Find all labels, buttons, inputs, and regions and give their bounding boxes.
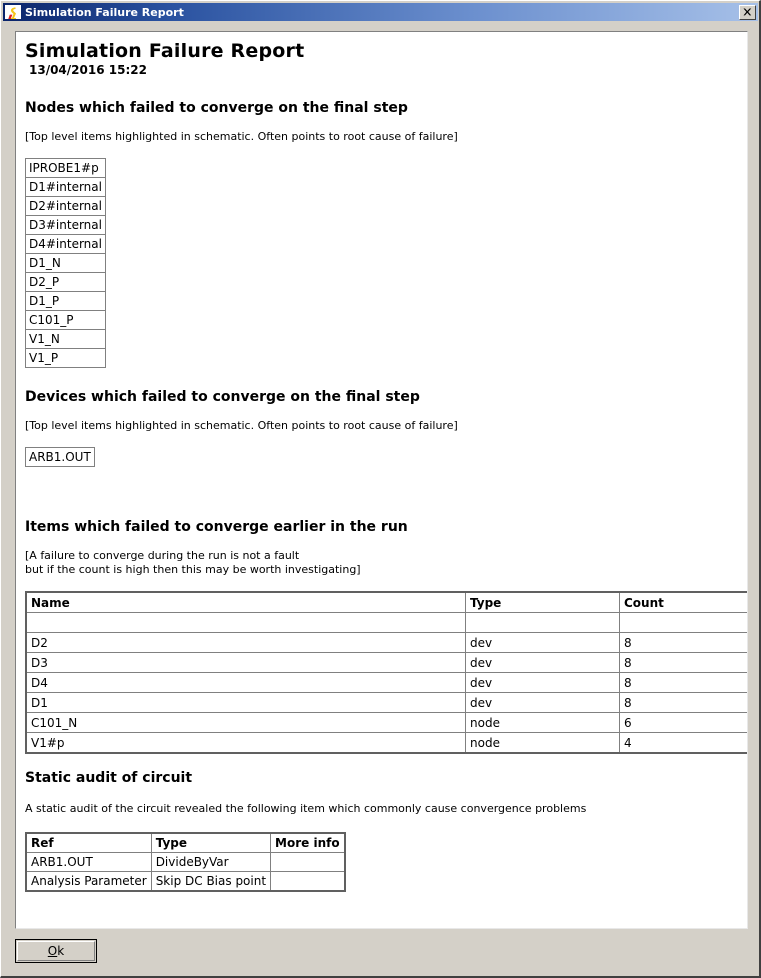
table-row[interactable]: D4 dev 8 (25, 672, 747, 693)
list-item[interactable]: IPROBE1#p (25, 158, 106, 178)
table-row[interactable]: D1 dev 8 (25, 692, 747, 713)
failed-devices-list-wrap: ARB1.OUT (25, 447, 95, 467)
cell-ref: ARB1.OUT (25, 852, 152, 872)
cell-ref: Analysis Parameter (25, 871, 152, 892)
list-item[interactable]: D2_P (25, 272, 106, 292)
cell-count: 8 (619, 632, 747, 653)
report-panel: Simulation Failure Report 13/04/2016 15:… (15, 31, 748, 929)
cell-name: D3 (25, 652, 466, 673)
title-bar: Simulation Failure Report (3, 3, 758, 21)
devices-section-heading: Devices which failed to converge on the … (25, 389, 420, 405)
table-row[interactable]: D2 dev 8 (25, 632, 747, 653)
cell-name (25, 612, 466, 633)
list-item[interactable]: C101_P (25, 310, 106, 330)
report-timestamp: 13/04/2016 15:22 (29, 63, 147, 77)
cell-type (465, 612, 620, 633)
page-title: Simulation Failure Report (25, 40, 305, 62)
cell-type: dev (465, 652, 620, 673)
column-header-count: Count (619, 591, 747, 613)
table-row[interactable]: C101_N node 6 (25, 712, 747, 733)
node-name: C101_P (25, 310, 106, 330)
earlier-section-note-line1: [A failure to converge during the run is… (25, 549, 300, 562)
cell-name: D1 (25, 692, 466, 713)
node-name: D3#internal (25, 215, 106, 235)
devices-section-note: [Top level items highlighted in schemati… (25, 419, 458, 432)
cell-type: dev (465, 632, 620, 653)
node-name: D2#internal (25, 196, 106, 216)
nodes-section-note: [Top level items highlighted in schemati… (25, 130, 458, 143)
earlier-section-note-line2: but if the count is high then this may b… (25, 563, 361, 576)
failed-devices-list: ARB1.OUT (25, 447, 95, 467)
cell-count: 8 (619, 692, 747, 713)
ok-button[interactable]: Ok (15, 939, 97, 963)
cell-name: V1#p (25, 732, 466, 754)
table-row[interactable]: V1#p node 4 (25, 732, 747, 754)
cell-type: node (465, 732, 620, 754)
ok-button-label: Ok (48, 944, 64, 958)
column-header-ref: Ref (25, 832, 152, 853)
list-item[interactable]: D1#internal (25, 177, 106, 197)
report-content: Simulation Failure Report 13/04/2016 15:… (25, 40, 747, 892)
table-row[interactable]: ARB1.OUT DivideByVar (25, 852, 346, 872)
earlier-section-heading: Items which failed to converge earlier i… (25, 519, 408, 535)
list-item[interactable]: ARB1.OUT (25, 447, 95, 467)
simetrix-logo-icon (5, 5, 21, 19)
audit-section-heading: Static audit of circuit (25, 770, 193, 786)
list-item[interactable]: D2#internal (25, 196, 106, 216)
dialog-window: Simulation Failure Report Simulation Fai… (0, 0, 761, 978)
table-row[interactable] (25, 612, 747, 633)
failed-nodes-list: IPROBE1#p D1#internal D2#internal D3#int… (25, 158, 106, 368)
cell-type: DivideByVar (150, 852, 272, 872)
failed-nodes-list-wrap: IPROBE1#p D1#internal D2#internal D3#int… (25, 158, 106, 368)
cell-count: 6 (619, 712, 747, 733)
node-name: V1_P (25, 348, 106, 368)
table-header-row: Ref Type More info (25, 832, 346, 853)
node-name: D1_P (25, 291, 106, 311)
cell-name: C101_N (25, 712, 466, 733)
cell-name: D4 (25, 672, 466, 693)
close-button[interactable] (739, 4, 756, 20)
cell-count: 8 (619, 672, 747, 693)
list-item[interactable]: D3#internal (25, 215, 106, 235)
column-header-name: Name (25, 591, 466, 613)
cell-more (270, 871, 346, 892)
nodes-section-heading: Nodes which failed to converge on the fi… (25, 100, 408, 116)
cell-type: Skip DC Bias point (150, 871, 272, 892)
node-name: D2_P (25, 272, 106, 292)
close-icon (743, 8, 752, 16)
device-name: ARB1.OUT (25, 447, 95, 467)
ok-accel-letter: O (47, 944, 58, 958)
window-title: Simulation Failure Report (25, 5, 184, 19)
column-header-type: Type (465, 591, 620, 613)
earlier-failures-table: Name Type Count D2 dev 8 D3 dev 8 D4 dev… (25, 591, 747, 754)
node-name: D4#internal (25, 234, 106, 254)
cell-more (270, 852, 346, 872)
dialog-client-area: Simulation Failure Report 13/04/2016 15:… (3, 22, 758, 974)
list-item[interactable]: D1_N (25, 253, 106, 273)
list-item[interactable]: D1_P (25, 291, 106, 311)
cell-count: 4 (619, 732, 747, 754)
cell-type: node (465, 712, 620, 733)
node-name: V1_N (25, 329, 106, 349)
node-name: D1#internal (25, 177, 106, 197)
node-name: D1_N (25, 253, 106, 273)
cell-count: 8 (619, 652, 747, 673)
ok-rest-letters: k (57, 944, 65, 958)
cell-type: dev (465, 672, 620, 693)
table-row[interactable]: D3 dev 8 (25, 652, 747, 673)
table-header-row: Name Type Count (25, 591, 747, 613)
cell-type: dev (465, 692, 620, 713)
list-item[interactable]: V1_P (25, 348, 106, 368)
audit-section-note: A static audit of the circuit revealed t… (25, 802, 587, 815)
cell-count (619, 612, 747, 633)
cell-name: D2 (25, 632, 466, 653)
list-item[interactable]: V1_N (25, 329, 106, 349)
column-header-type: Type (150, 832, 272, 853)
column-header-more-info: More info (270, 832, 346, 853)
table-row[interactable]: Analysis Parameter Skip DC Bias point (25, 871, 346, 892)
node-name: IPROBE1#p (25, 158, 106, 178)
list-item[interactable]: D4#internal (25, 234, 106, 254)
static-audit-table: Ref Type More info ARB1.OUT DivideByVar … (25, 832, 346, 892)
